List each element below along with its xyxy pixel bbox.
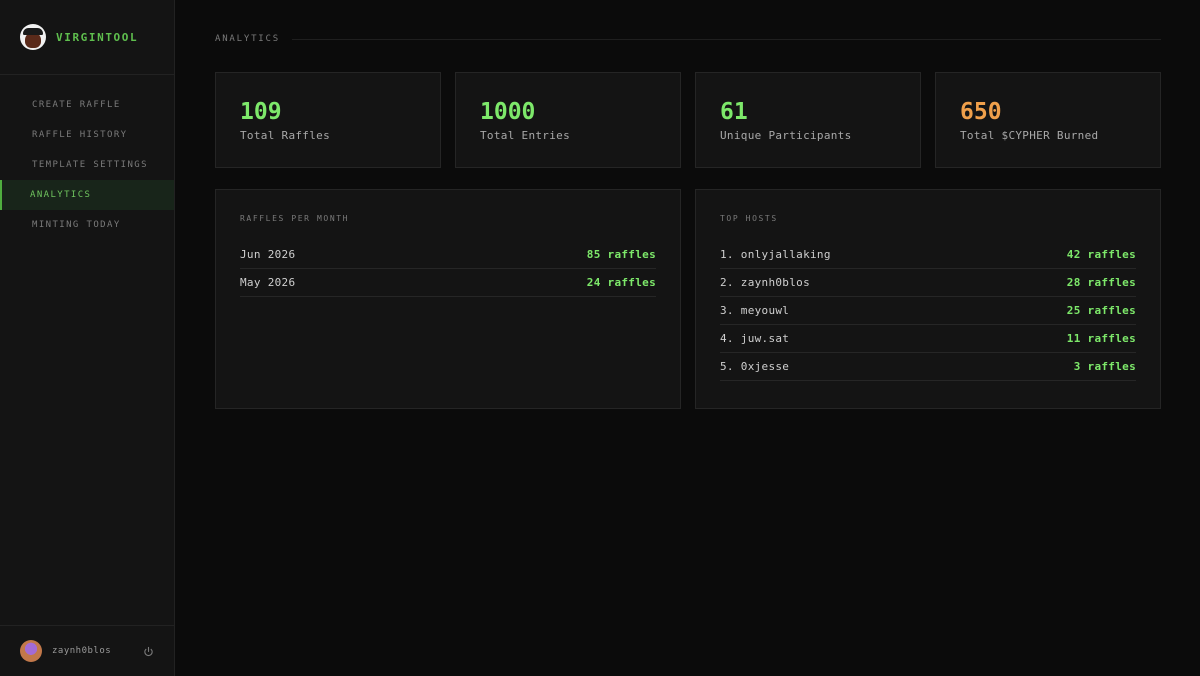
raffles-per-month-panel: RAFFLES PER MONTH Jun 2026 85 raffles Ma… — [215, 189, 681, 409]
row-value: 3 raffles — [1073, 360, 1136, 373]
brand-logo-icon — [20, 24, 46, 50]
stat-value: 1000 — [480, 99, 536, 125]
list-item: Jun 2026 85 raffles — [240, 241, 656, 269]
list-item: 2. zaynh0blos 28 raffles — [720, 269, 1136, 297]
panel-title: TOP HOSTS — [720, 214, 778, 223]
sidebar-item-create-raffle[interactable]: CREATE RAFFLE — [0, 90, 174, 120]
row-label: 3. meyouwl — [720, 304, 790, 317]
list-item: 3. meyouwl 25 raffles — [720, 297, 1136, 325]
list-item: 1. onlyjallaking 42 raffles — [720, 241, 1136, 269]
stat-card-cypher-burned: 650 Total $CYPHER Burned — [935, 72, 1161, 168]
stat-value: 61 — [720, 99, 748, 125]
panels-row: RAFFLES PER MONTH Jun 2026 85 raffles Ma… — [215, 189, 1161, 409]
row-label: Jun 2026 — [240, 248, 296, 261]
brand[interactable]: VIRGINTOOL — [0, 0, 174, 75]
stat-label: Unique Participants — [720, 129, 852, 142]
panel-title: RAFFLES PER MONTH — [240, 214, 350, 223]
power-icon[interactable] — [142, 645, 154, 657]
sidebar-item-minting-today[interactable]: MINTING TODAY — [0, 210, 174, 240]
row-value: 28 raffles — [1066, 276, 1136, 289]
brand-name: VIRGINTOOL — [56, 30, 139, 44]
sidebar-footer: zaynh0blos — [0, 625, 174, 676]
stat-label: Total Raffles — [240, 129, 330, 142]
main-content: ANALYTICS 109 Total Raffles 1000 Total E… — [175, 0, 1200, 676]
stats-row: 109 Total Raffles 1000 Total Entries 61 … — [215, 72, 1161, 168]
row-value: 11 raffles — [1066, 332, 1136, 345]
sidebar-item-template-settings[interactable]: TEMPLATE SETTINGS — [0, 150, 174, 180]
sidebar-nav: CREATE RAFFLE RAFFLE HISTORY TEMPLATE SE… — [0, 75, 174, 625]
stat-card-total-raffles: 109 Total Raffles — [215, 72, 441, 168]
row-label: May 2026 — [240, 276, 296, 289]
stat-label: Total $CYPHER Burned — [960, 129, 1099, 142]
stat-value: 109 — [240, 99, 282, 125]
list-item: 4. juw.sat 11 raffles — [720, 325, 1136, 353]
stat-label: Total Entries — [480, 129, 570, 142]
row-value: 42 raffles — [1066, 248, 1136, 261]
sidebar-item-analytics[interactable]: ANALYTICS — [0, 180, 174, 210]
app: VIRGINTOOL CREATE RAFFLE RAFFLE HISTORY … — [0, 0, 1200, 676]
stat-value: 650 — [960, 99, 1002, 125]
row-label: 1. onlyjallaking — [720, 248, 831, 261]
username: zaynh0blos — [52, 646, 112, 656]
row-value: 24 raffles — [586, 276, 656, 289]
sidebar: VIRGINTOOL CREATE RAFFLE RAFFLE HISTORY … — [0, 0, 175, 676]
sidebar-item-raffle-history[interactable]: RAFFLE HISTORY — [0, 120, 174, 150]
section-divider — [291, 38, 1161, 40]
stat-card-unique-participants: 61 Unique Participants — [695, 72, 921, 168]
page-title: ANALYTICS — [215, 34, 280, 44]
avatar[interactable] — [20, 640, 42, 662]
stat-card-total-entries: 1000 Total Entries — [455, 72, 681, 168]
row-label: 5. 0xjesse — [720, 360, 790, 373]
list-item: May 2026 24 raffles — [240, 269, 656, 297]
row-value: 85 raffles — [586, 248, 656, 261]
section-header: ANALYTICS — [215, 0, 1161, 78]
row-value: 25 raffles — [1066, 304, 1136, 317]
list-item: 5. 0xjesse 3 raffles — [720, 353, 1136, 381]
top-hosts-panel: TOP HOSTS 1. onlyjallaking 42 raffles 2.… — [695, 189, 1161, 409]
row-label: 4. juw.sat — [720, 332, 790, 345]
row-label: 2. zaynh0blos — [720, 276, 810, 289]
